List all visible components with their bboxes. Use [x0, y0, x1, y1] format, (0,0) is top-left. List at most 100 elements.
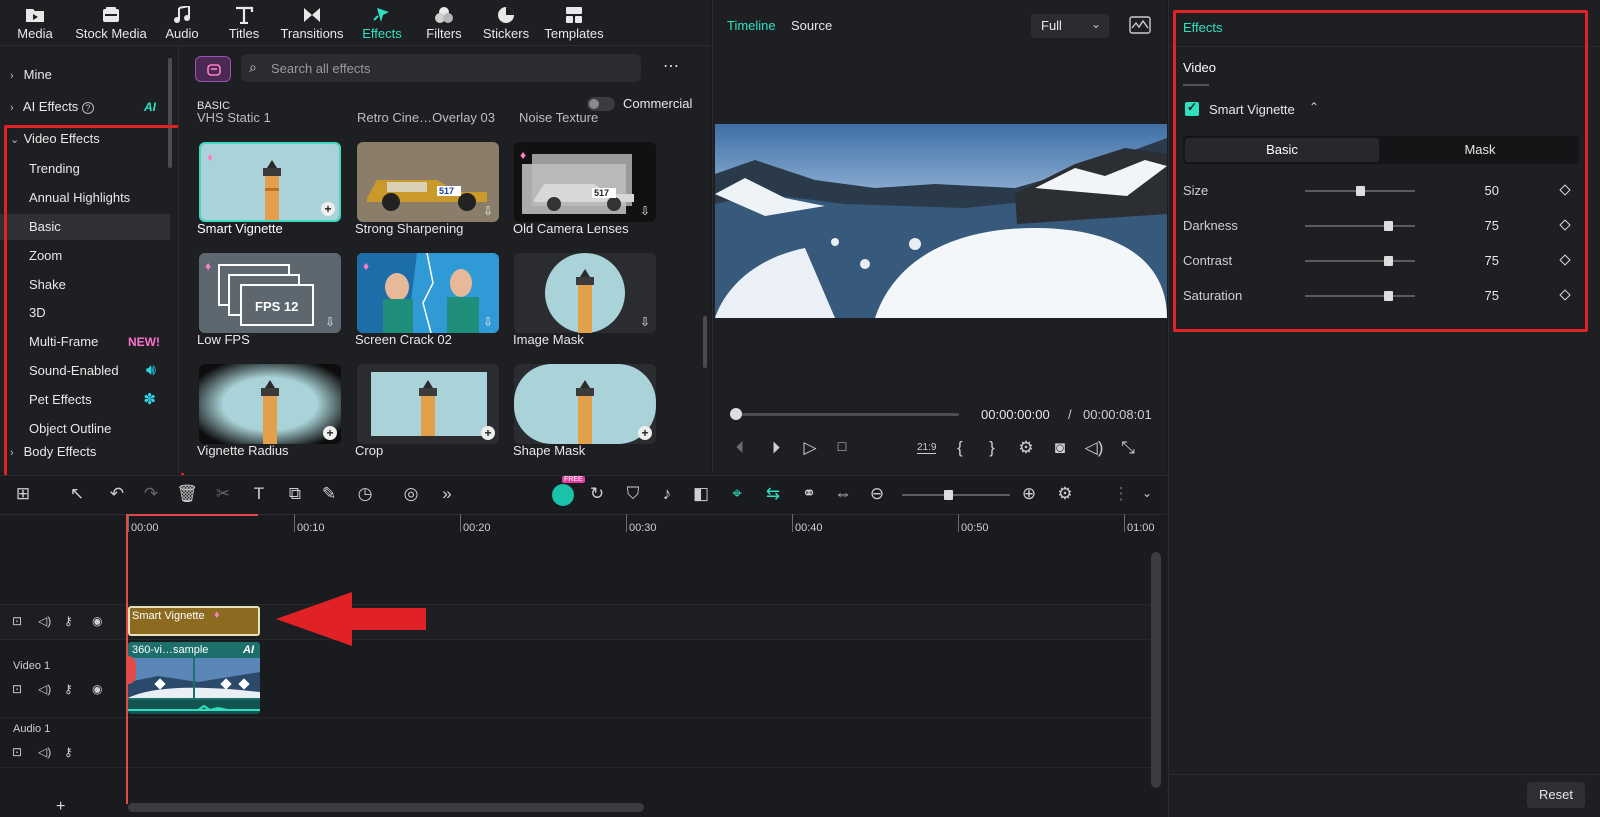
- tab-filters[interactable]: Filters: [418, 6, 470, 44]
- audio-stretch-icon[interactable]: ♪: [656, 484, 678, 504]
- chevron-down-icon[interactable]: ⌄: [1136, 486, 1158, 500]
- add-icon[interactable]: +: [323, 426, 337, 440]
- tab-audio[interactable]: Audio: [160, 6, 204, 44]
- delete-icon[interactable]: 🗑︎: [176, 484, 198, 504]
- undo-icon[interactable]: ↶: [106, 484, 128, 504]
- timeline-zoom-slider[interactable]: [902, 490, 1010, 500]
- zoom-select[interactable]: Full ⌄: [1031, 14, 1109, 38]
- mark-in-icon[interactable]: {: [949, 438, 971, 458]
- grid-handle-icon[interactable]: ⋮: [1110, 484, 1132, 504]
- effect-thumb-screen-crack[interactable]: ♦ ⇩: [357, 253, 499, 333]
- split-screen-icon[interactable]: ◧: [690, 484, 712, 504]
- redo-icon[interactable]: ↷: [140, 484, 162, 504]
- waveform-monitor-icon[interactable]: [1129, 16, 1151, 34]
- timeline-horizontal-scrollbar[interactable]: [128, 803, 644, 812]
- effect-thumb-strong-sharpening[interactable]: 517 ⇩: [357, 142, 499, 222]
- eye-icon[interactable]: ◉: [92, 614, 102, 628]
- download-icon[interactable]: ⇩: [325, 315, 335, 329]
- effect-thumb-crop[interactable]: +: [357, 364, 499, 444]
- effects-store-button[interactable]: [195, 56, 231, 82]
- more-tools-icon[interactable]: »: [436, 484, 458, 504]
- tab-stickers[interactable]: Stickers: [478, 6, 534, 44]
- tab-titles[interactable]: Titles: [222, 6, 266, 44]
- auto-sync-icon[interactable]: ↻: [586, 484, 608, 504]
- tab-media[interactable]: Media: [14, 6, 56, 44]
- settings-icon[interactable]: ⚙: [1015, 438, 1037, 458]
- magic-icon[interactable]: ⚷: [64, 614, 73, 628]
- speed-icon[interactable]: ◷: [354, 484, 376, 504]
- speaker-icon[interactable]: ◁): [38, 745, 51, 759]
- effect-clip-smart-vignette[interactable]: Smart Vignette ♦: [128, 606, 260, 636]
- unlink-icon[interactable]: ⚭: [798, 484, 820, 504]
- magic-icon[interactable]: ⚷: [64, 745, 73, 759]
- fit-timeline-icon[interactable]: ⇔: [832, 484, 854, 504]
- zoom-in-icon[interactable]: ⊕: [1018, 484, 1040, 504]
- effect-thumb-low-fps[interactable]: FPS 12 ♦ ⇩: [199, 253, 341, 333]
- more-options-icon[interactable]: ⋯: [663, 56, 680, 76]
- commercial-toggle[interactable]: [587, 97, 615, 111]
- shield-icon[interactable]: ⛉: [622, 484, 644, 504]
- effect-thumb-old-camera-lenses[interactable]: 517 ♦ ⇩: [514, 142, 656, 222]
- cut-icon[interactable]: ✂: [212, 484, 234, 504]
- nav-mine[interactable]: › Mine: [0, 62, 170, 88]
- download-icon[interactable]: ⇩: [483, 315, 493, 329]
- scrub-bar[interactable]: [730, 408, 959, 420]
- link-clips-icon[interactable]: ⇆: [762, 484, 784, 504]
- tab-templates[interactable]: Templates: [542, 6, 606, 44]
- search-input[interactable]: Search all effects: [271, 61, 370, 76]
- fullscreen-icon[interactable]: ⤡: [1117, 438, 1139, 458]
- play-icon[interactable]: ▷: [799, 438, 821, 458]
- speaker-icon[interactable]: ◁): [38, 614, 51, 628]
- video-clip[interactable]: 360-vi…sample AI: [128, 642, 260, 714]
- lock-icon[interactable]: ⊡: [12, 745, 22, 759]
- text-tool-icon[interactable]: T: [248, 484, 270, 504]
- tab-timeline[interactable]: Timeline: [727, 18, 776, 33]
- tab-transitions[interactable]: Transitions: [278, 6, 346, 44]
- download-icon[interactable]: ⇩: [640, 315, 650, 329]
- zoom-knob[interactable]: [944, 490, 953, 500]
- prev-frame-icon[interactable]: ⏴: [729, 438, 751, 458]
- zoom-out-icon[interactable]: ⊖: [866, 484, 888, 504]
- download-icon[interactable]: ⇩: [483, 204, 493, 218]
- tab-stock-media[interactable]: Stock Media: [70, 6, 152, 44]
- motion-icon[interactable]: ◎: [400, 484, 422, 504]
- add-track-icon[interactable]: +: [56, 798, 65, 816]
- nav-ai-effects[interactable]: › AI Effects ? AI: [0, 94, 170, 120]
- vignette-radius-thumbnail: [199, 364, 341, 444]
- lock-icon[interactable]: ⊡: [12, 682, 22, 696]
- next-frame-icon[interactable]: ⏵: [765, 438, 787, 458]
- timeline-vertical-scrollbar[interactable]: [1151, 552, 1161, 788]
- effect-thumb-image-mask[interactable]: ⇩: [514, 253, 656, 333]
- add-icon[interactable]: +: [321, 202, 335, 216]
- add-icon[interactable]: +: [638, 426, 652, 440]
- select-tool-icon[interactable]: ↖: [66, 484, 88, 504]
- effect-thumb-smart-vignette[interactable]: ♦ +: [199, 142, 341, 222]
- aspect-ratio-button[interactable]: 21:9: [917, 442, 937, 454]
- reset-button[interactable]: Reset: [1527, 782, 1585, 808]
- crop-tool-icon[interactable]: ⧉: [284, 484, 306, 504]
- speaker-icon[interactable]: ◁): [38, 682, 51, 696]
- snapshot-icon[interactable]: ◙: [1049, 438, 1071, 458]
- playhead-knob[interactable]: [730, 408, 742, 420]
- timeline-settings-icon[interactable]: ⚙: [1054, 484, 1076, 504]
- pen-tool-icon[interactable]: ✎: [318, 484, 340, 504]
- lock-icon[interactable]: ⊡: [12, 614, 22, 628]
- effect-thumb-vignette-radius[interactable]: +: [199, 364, 341, 444]
- add-icon[interactable]: +: [481, 426, 495, 440]
- timeline-playhead[interactable]: [126, 514, 128, 804]
- effects-scrollbar[interactable]: [703, 316, 707, 368]
- volume-icon[interactable]: ◁): [1083, 438, 1105, 458]
- tab-effects[interactable]: Effects: [356, 6, 408, 44]
- eye-icon[interactable]: ◉: [92, 682, 102, 696]
- effect-thumb-shape-mask[interactable]: +: [514, 364, 656, 444]
- tab-source[interactable]: Source: [791, 18, 832, 33]
- ai-assistant-icon[interactable]: FREE: [552, 476, 585, 506]
- snap-icon[interactable]: ⌖: [726, 484, 748, 504]
- download-icon[interactable]: ⇩: [640, 204, 650, 218]
- magic-icon[interactable]: ⚷: [64, 682, 73, 696]
- layout-icon[interactable]: ⊞: [12, 484, 34, 504]
- nav-ai-effects-label: AI Effects: [22, 99, 79, 114]
- search-box[interactable]: ⌕ Search all effects: [241, 54, 641, 82]
- mark-out-icon[interactable]: }: [981, 438, 1003, 458]
- stop-icon[interactable]: □: [831, 438, 853, 454]
